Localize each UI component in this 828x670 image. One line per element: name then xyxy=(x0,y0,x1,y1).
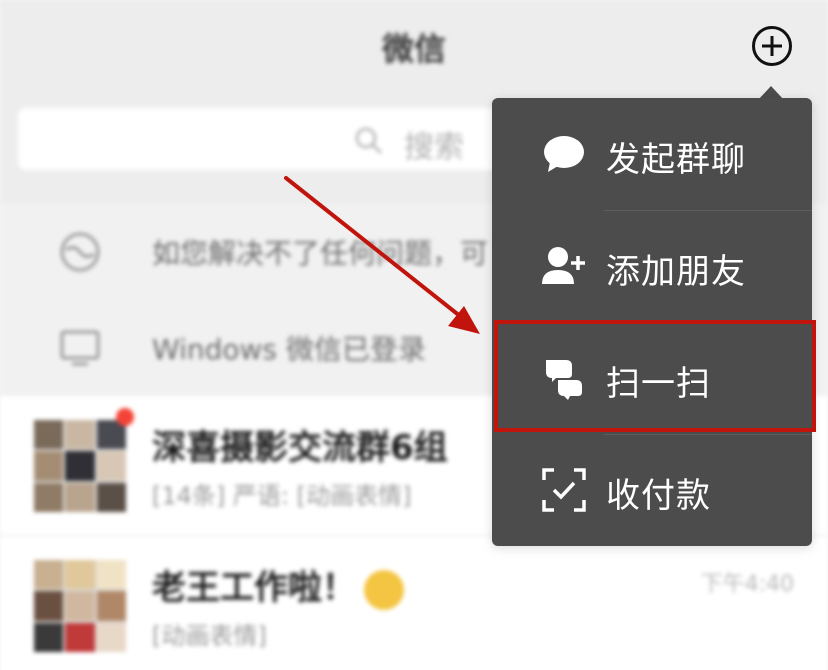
group-avatar xyxy=(34,560,126,652)
chat-name: 老王工作啦！ xyxy=(152,560,404,610)
add-button[interactable] xyxy=(752,26,792,66)
menu-item-label: 发起群聊 xyxy=(606,140,746,180)
unread-badge xyxy=(116,408,134,426)
search-icon xyxy=(355,127,382,154)
notice-text: Windows 微信已登录 xyxy=(152,333,426,366)
search-placeholder: 搜索 xyxy=(404,130,464,165)
chat-time: 下午4:40 xyxy=(700,572,794,597)
menu-item-group-chat[interactable]: 发起群聊 xyxy=(492,98,812,210)
top-bar: 微信 xyxy=(0,0,828,92)
add-friend-icon xyxy=(542,247,585,284)
chat-name-text: 老王工作啦！ xyxy=(152,568,356,608)
page-title: 微信 xyxy=(381,30,446,68)
chat-list-item[interactable]: 老王工作啦！ [动画表情] 下午4:40 xyxy=(0,536,828,670)
menu-item-label: 添加朋友 xyxy=(606,252,746,292)
notice-text: 如您解决不了任何问题，可 xyxy=(152,237,489,270)
globe-icon xyxy=(60,232,100,272)
grin-emoji-icon xyxy=(364,569,404,610)
menu-item-payment[interactable]: 收付款 xyxy=(492,434,812,546)
payment-icon xyxy=(542,468,586,512)
chat-bubble-icon xyxy=(544,136,584,172)
chat-preview: [14条] 严语: [动画表情] xyxy=(152,482,412,510)
chat-preview: [动画表情] xyxy=(152,622,267,650)
highlight-annotation-box xyxy=(494,320,816,432)
menu-item-label: 收付款 xyxy=(606,476,711,516)
chat-name: 深喜摄影交流群6组 xyxy=(152,428,448,468)
monitor-icon xyxy=(60,330,100,366)
menu-item-add-friend[interactable]: 添加朋友 xyxy=(492,210,812,322)
group-avatar xyxy=(34,420,126,512)
plus-circle-icon xyxy=(762,36,782,56)
